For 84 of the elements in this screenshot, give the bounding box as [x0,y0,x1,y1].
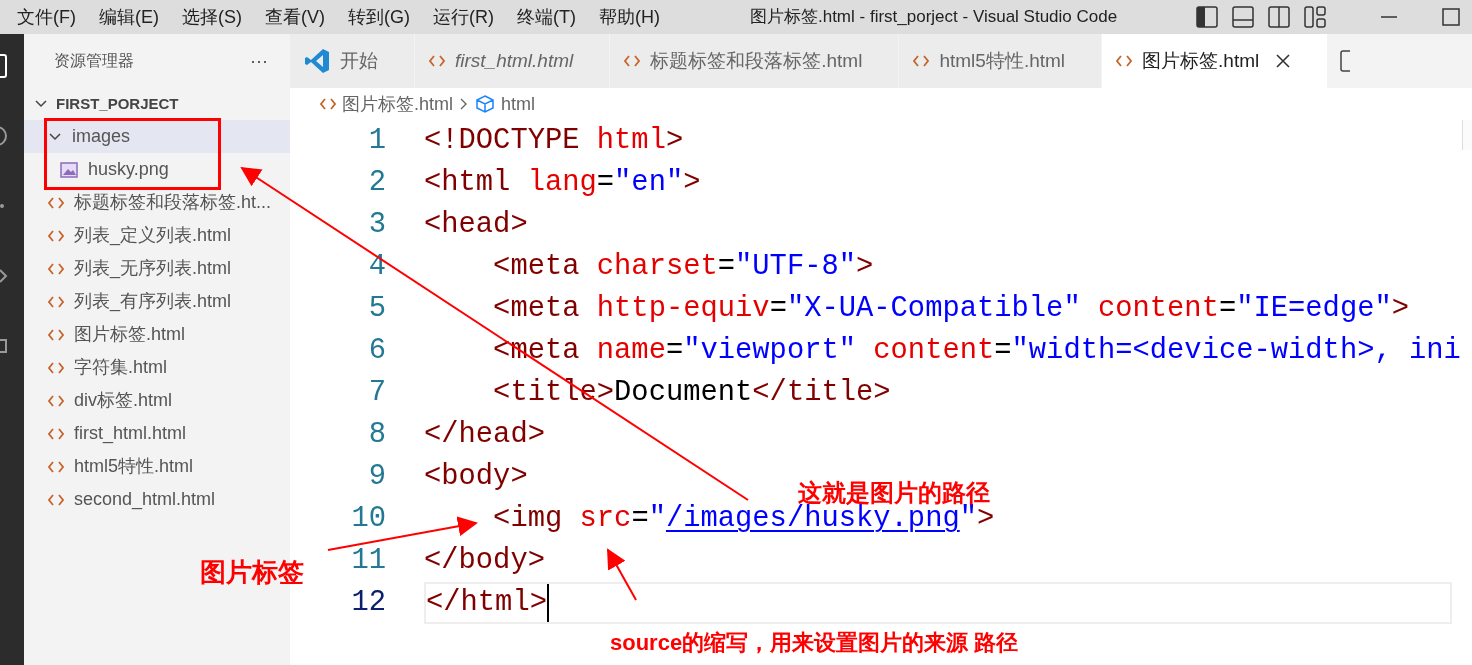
customize-layout-icon[interactable] [1304,6,1326,28]
code-file-icon [48,295,64,308]
file-tree-item[interactable]: div标签.html [24,384,290,417]
more-actions[interactable]: ··· [250,47,268,75]
vscode-logo-icon [304,48,330,74]
file-tree-item[interactable]: 标题标签和段落标签.ht... [24,186,290,219]
code-text: <meta http-equiv="X-UA-Compatible" content="IE=edge"> [492,291,1410,328]
menu-item[interactable]: 查看(V) [265,3,325,31]
editor-tab[interactable]: html5特性.html [899,34,1103,88]
image-file-icon [60,161,78,178]
file-tree-item[interactable]: images [24,120,290,153]
line-number: 1 [367,123,386,160]
files-icon[interactable] [0,54,8,78]
file-tree-item[interactable]: html5特性.html [24,450,290,483]
editor-tab[interactable]: 标题标签和段落标签.html [610,34,900,88]
editor-tab[interactable]: 图片标签.html [1102,34,1329,88]
code-file-icon [48,361,64,374]
line-number: 8 [367,417,386,454]
line-number: 11 [350,543,386,580]
line-number: 9 [367,459,386,496]
code-file-icon [913,55,930,67]
code-file-icon [1116,55,1133,67]
line-number: 5 [367,291,386,328]
file-tree-item[interactable]: husky.png [24,153,290,186]
code-file-icon [48,229,64,242]
editor-tab[interactable]: 开始 [290,34,415,88]
sidebar-layout-icon[interactable] [1196,6,1218,28]
code-file-icon [48,394,64,407]
search-icon[interactable] [0,124,8,148]
file-tree-item[interactable]: 列表_定义列表.html [24,219,290,252]
menu-item[interactable]: 帮助(H) [598,3,660,31]
code-text: </body> [424,543,545,580]
code-file-icon [48,460,64,473]
line-number: 4 [367,249,386,286]
code-file-icon [48,262,64,275]
code-file-icon [48,427,64,440]
annotation-text: source的缩写，用来设置图片的来源 路径 [610,629,1019,657]
breadcrumb-item[interactable]: html [501,90,536,118]
menu-item[interactable]: 转到(G) [348,3,410,31]
code-file-icon [320,98,336,110]
line-number: 6 [367,333,386,370]
menu-item[interactable]: 运行(R) [433,3,494,31]
code-text: </head> [424,417,545,454]
line-number: 10 [350,501,386,538]
annotation-arrow [607,548,637,601]
maximize-icon[interactable] [1442,8,1460,26]
menu-item[interactable]: 终端(T) [517,3,576,31]
line-number: 7 [367,375,386,412]
editor-tab[interactable]: first_html.html [415,34,611,88]
code-text: <meta charset="UTF-8"> [492,249,874,286]
project-header[interactable]: FIRST_PORJECT [24,88,290,120]
code-text: </html> [426,585,547,622]
sidebar-title: 资源管理器 [54,51,134,71]
split-layout-icon[interactable] [1268,6,1290,28]
file-tree-item[interactable]: 图片标签.html [24,318,290,351]
file-tree-item[interactable]: 列表_有序列表.html [24,285,290,318]
line-number: 3 [367,207,386,244]
panel-layout-icon[interactable] [1232,6,1254,28]
split-editor-icon[interactable] [1340,50,1351,72]
menu-item[interactable]: 编辑(E) [99,3,159,31]
chevron-icon [459,97,469,111]
line-number: 2 [367,165,386,202]
code-file-icon [624,55,641,67]
menu-item[interactable]: 选择(S) [182,3,242,31]
code-file-icon [429,55,445,67]
cube-icon [475,94,495,114]
code-file-icon [48,196,64,209]
file-tree-item[interactable]: 字符集.html [24,351,290,384]
code-text: <head> [424,207,528,244]
code-file-icon [48,328,64,341]
code-file-icon [48,493,64,506]
code-text: <html lang="en"> [424,165,701,202]
file-tree-item[interactable]: second_html.html [24,483,290,516]
file-tree-item[interactable]: first_html.html [24,417,290,450]
file-tree-item[interactable]: 列表_无序列表.html [24,252,290,285]
menu-item[interactable]: 文件(F) [17,3,76,31]
window-title: 图片标签.html - first_porject - Visual Studio Code [749,6,1118,29]
close-icon[interactable] [1275,53,1292,69]
code-text: <!DOCTYPE html> [424,123,684,160]
annotation-text: 图片标签 [200,556,304,589]
code-text: <body> [424,459,528,496]
text-cursor [546,584,549,622]
line-number: 12 [350,585,386,622]
breadcrumb-item[interactable]: 图片标签.html [342,90,453,118]
